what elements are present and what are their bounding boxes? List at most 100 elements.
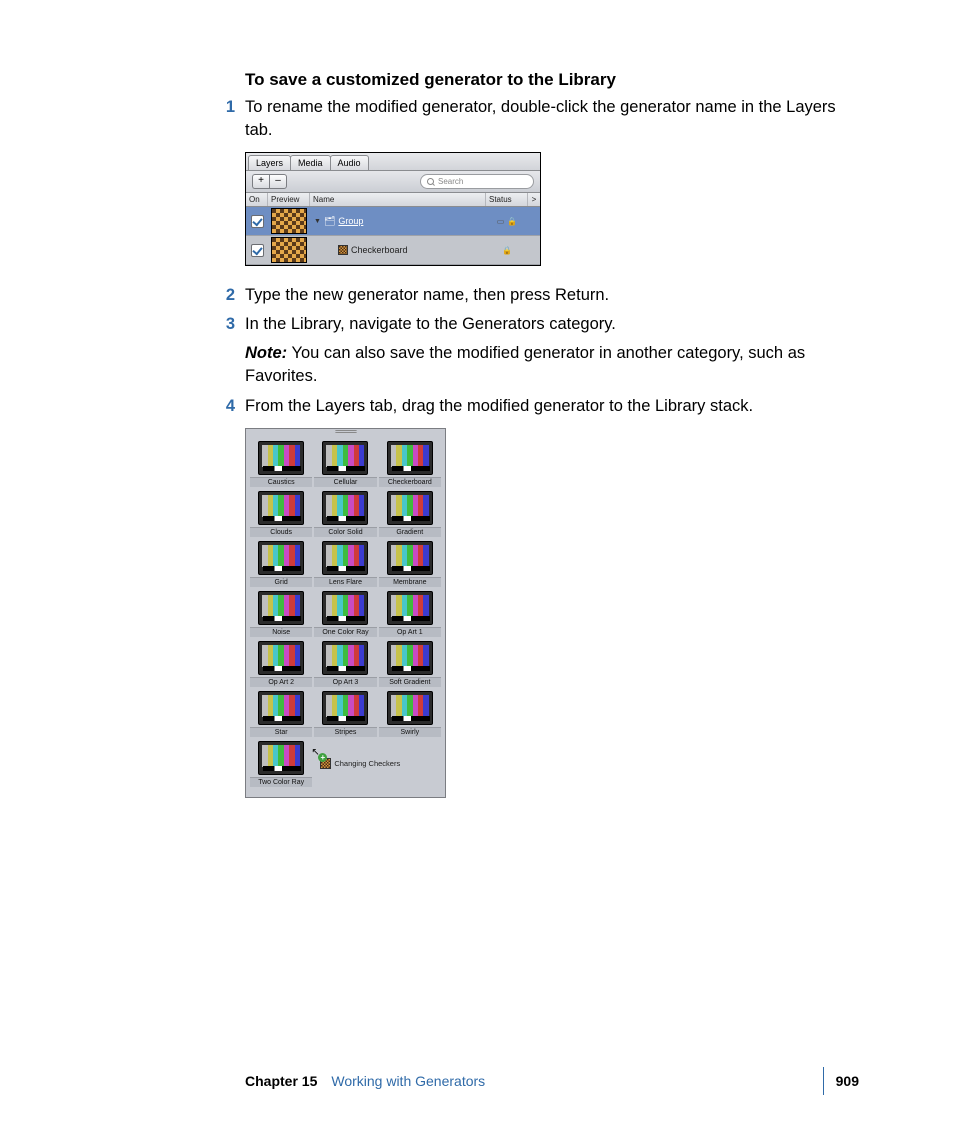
chapter-label: Chapter 15 [245,1073,317,1089]
step-text: To rename the modified generator, double… [245,96,859,142]
library-thumbnail [258,541,304,575]
library-grid-screenshot: CausticsCellularCheckerboard CloudsColor … [245,428,446,798]
library-item[interactable]: Star [250,691,312,737]
library-item[interactable]: Gradient [379,491,441,537]
library-item-label: Caustics [250,477,312,487]
column-status: Status [486,193,528,206]
generator-icon [338,245,348,255]
library-item[interactable]: Cellular [314,441,376,487]
library-thumbnail [387,641,433,675]
step-number: 3 [221,313,235,336]
library-thumbnail [258,441,304,475]
library-thumbnail [258,741,304,775]
add-button[interactable]: + [252,174,269,189]
library-item-label: Checkerboard [379,477,441,487]
library-thumbnail [322,441,368,475]
tab-layers[interactable]: Layers [248,155,291,170]
search-placeholder: Search [438,177,463,186]
library-thumbnail [258,591,304,625]
library-item-label: Color Solid [314,527,376,537]
library-item[interactable]: Caustics [250,441,312,487]
library-thumbnail [258,491,304,525]
library-thumbnail [322,641,368,675]
note-label: Note: [245,344,287,362]
library-item[interactable]: Lens Flare [314,541,376,587]
library-thumbnail [387,441,433,475]
tab-audio[interactable]: Audio [330,155,369,170]
chapter-title: Working with Generators [331,1073,485,1089]
note-text: You can also save the modified generator… [245,344,805,385]
remove-button[interactable]: – [269,174,287,189]
column-on: On [246,193,268,206]
library-item[interactable]: Op Art 3 [314,641,376,687]
visibility-checkbox[interactable] [251,244,264,257]
library-thumbnail [387,591,433,625]
disclosure-triangle-icon[interactable]: ▼ [314,218,321,225]
step-1: 1 To rename the modified generator, doub… [245,96,859,142]
search-icon [427,178,435,186]
preview-thumbnail [271,237,307,263]
column-name: Name [310,193,486,206]
library-item[interactable]: Checkerboard [379,441,441,487]
preview-thumbnail [271,208,307,234]
library-thumbnail [322,591,368,625]
search-input[interactable]: Search [420,174,534,189]
drag-label: Changing Checkers [334,759,400,768]
library-item[interactable]: Op Art 1 [379,591,441,637]
library-item-label: Op Art 2 [250,677,312,687]
step-number: 1 [221,96,235,119]
library-item[interactable]: Color Solid [314,491,376,537]
column-expand[interactable]: > [528,193,540,206]
library-item[interactable]: Noise [250,591,312,637]
layer-row-group[interactable]: ▼ 🗂 Group ▭ 🔒 [246,207,540,236]
step-text: In the Library, navigate to the Generato… [245,313,859,336]
step-2: 2 Type the new generator name, then pres… [245,284,859,307]
library-thumbnail [387,691,433,725]
tab-media[interactable]: Media [290,155,331,170]
library-item[interactable]: Stripes [314,691,376,737]
library-item-label: Noise [250,627,312,637]
layer-row-item[interactable]: Checkerboard 🔒 [246,236,540,265]
library-item-label: Op Art 3 [314,677,376,687]
library-item-label: Gradient [379,527,441,537]
note-line: Note: You can also save the modified gen… [245,342,859,388]
library-item[interactable]: Swirly [379,691,441,737]
library-item[interactable]: Soft Gradient [379,641,441,687]
library-item[interactable]: One Color Ray [314,591,376,637]
step-number: 2 [221,284,235,307]
library-item-label: Cellular [314,477,376,487]
step-text: From the Layers tab, drag the modified g… [245,395,859,418]
layers-panel-screenshot: Layers Media Audio + – Search On Preview… [245,152,541,266]
library-item-label: Two Color Ray [250,777,312,787]
drag-ghost: ↖+Changing Checkers [314,741,441,787]
page-number: 909 [836,1073,859,1089]
step-3: 3 In the Library, navigate to the Genera… [245,313,859,336]
library-item-label: Clouds [250,527,312,537]
library-item-label: Lens Flare [314,577,376,587]
step-4: 4 From the Layers tab, drag the modified… [245,395,859,418]
column-preview: Preview [268,193,310,206]
group-folder-icon: 🗂 [324,216,335,227]
stack-icon: ▭ [497,217,505,226]
step-text: Type the new generator name, then press … [245,284,859,307]
library-item[interactable]: Membrane [379,541,441,587]
library-item[interactable]: Clouds [250,491,312,537]
group-name[interactable]: Group [338,216,363,226]
library-item-label: Grid [250,577,312,587]
library-item[interactable]: Op Art 2 [250,641,312,687]
library-thumbnail [322,491,368,525]
library-item-label: Stripes [314,727,376,737]
panel-resize-handle-icon[interactable] [335,430,357,433]
lock-icon: 🔒 [507,217,517,226]
library-thumbnail [387,541,433,575]
library-item-label: One Color Ray [314,627,376,637]
layer-name[interactable]: Checkerboard [351,245,408,255]
footer-divider [823,1067,824,1095]
library-item-label: Op Art 1 [379,627,441,637]
library-item[interactable]: Grid [250,541,312,587]
library-thumbnail [258,641,304,675]
visibility-checkbox[interactable] [251,215,264,228]
add-badge-icon: + [318,753,327,762]
library-item[interactable]: Two Color Ray [250,741,312,787]
library-thumbnail [322,691,368,725]
